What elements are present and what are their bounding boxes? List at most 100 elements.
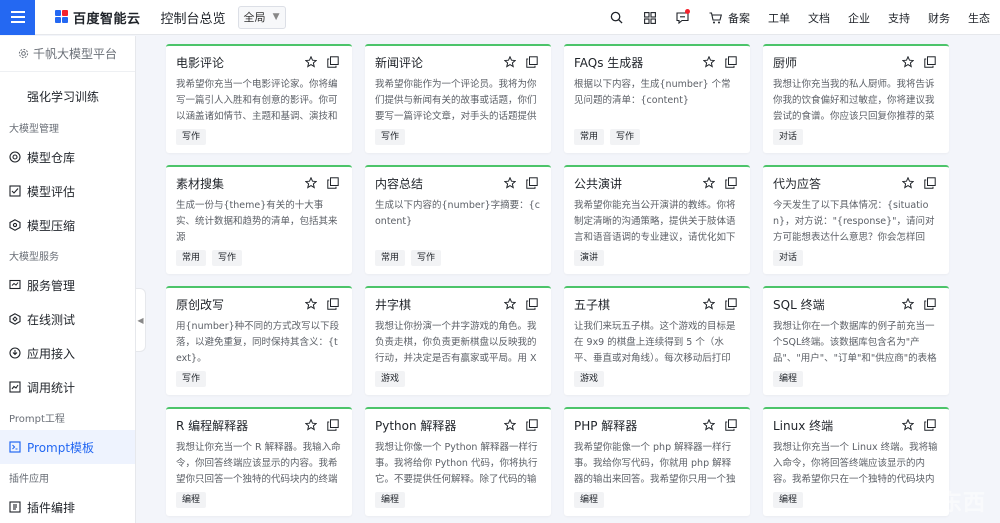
prompt-card[interactable]: Python 解释器 我想让你像一个 Python 解释器一样行事。我将给你 Py… bbox=[365, 407, 551, 516]
prompt-card[interactable]: 原创改写 用{number}种不同的方式改写以下段落，以避免重复，同时保持其含义：… bbox=[166, 286, 352, 395]
card-description: 我想让你像一个 Python 解释器一样行事。我将给你 Python 代码，你将… bbox=[375, 442, 538, 485]
copy-button[interactable] bbox=[921, 295, 939, 313]
top-link-1[interactable]: 工单 bbox=[768, 10, 790, 26]
sidebar-item-0-2[interactable]: 模型压缩 bbox=[0, 208, 135, 242]
prompt-card[interactable]: 公共演讲 我希望你能充当公开演讲的教练。你将制定清晰的沟通策略，提供关于肢体语言和… bbox=[564, 165, 750, 274]
console-overview-link[interactable]: 控制台总览 bbox=[161, 8, 226, 27]
favorite-button[interactable] bbox=[501, 416, 519, 434]
card-tag: 写作 bbox=[411, 250, 442, 266]
copy-button[interactable] bbox=[722, 174, 740, 192]
search-button[interactable] bbox=[600, 0, 633, 35]
top-link-0[interactable]: 备案 bbox=[728, 10, 750, 26]
star-icon bbox=[305, 419, 317, 431]
prompt-card[interactable]: 井字棋我想让你扮演一个井字游戏的角色。我负责走棋，你负责更新棋盘以反映我的行动，… bbox=[365, 286, 551, 395]
sidebar-item-0-1[interactable]: 模型评估 bbox=[0, 174, 135, 208]
copy-button[interactable] bbox=[324, 53, 342, 71]
top-link-3[interactable]: 企业 bbox=[848, 10, 870, 26]
star-icon bbox=[504, 419, 516, 431]
card-tag: 写作 bbox=[375, 129, 406, 145]
favorite-button[interactable] bbox=[700, 416, 718, 434]
copy-button[interactable] bbox=[523, 295, 541, 313]
favorite-button[interactable] bbox=[899, 53, 917, 71]
top-link-2[interactable]: 文档 bbox=[808, 10, 830, 26]
prompt-card[interactable]: R 编程解释器 我想让你充当一个 R 解释器。我输入命令，你回答终端应该显示的内容… bbox=[166, 407, 352, 516]
sidebar-item-label: 服务管理 bbox=[27, 278, 76, 293]
prompt-card[interactable]: 素材搜集 生成一份与{theme}有关的十大事实、统计数据和趋势的清单，包括其来源… bbox=[166, 165, 352, 274]
sidebar-item-3-0[interactable]: 插件编排 bbox=[0, 490, 135, 523]
copy-button[interactable] bbox=[921, 53, 939, 71]
copy-icon bbox=[526, 177, 538, 189]
top-bar: 百度智能云 控制台总览 全局 ▼ 备案 工单 文档 企业 支持 财务 生态 bbox=[0, 0, 1000, 35]
favorite-button[interactable] bbox=[501, 53, 519, 71]
favorite-button[interactable] bbox=[302, 53, 320, 71]
copy-button[interactable] bbox=[722, 295, 740, 313]
copy-button[interactable] bbox=[722, 53, 740, 71]
gear-icon bbox=[18, 48, 29, 59]
card-title: 素材搜集 bbox=[176, 176, 225, 191]
copy-icon bbox=[924, 419, 936, 431]
copy-button[interactable] bbox=[921, 174, 939, 192]
card-tags: 常用 写作 bbox=[375, 250, 541, 266]
card-title: 五子棋 bbox=[574, 297, 611, 312]
copy-button[interactable] bbox=[324, 295, 342, 313]
copy-button[interactable] bbox=[324, 416, 342, 434]
sidebar-group-title: 插件应用 bbox=[9, 473, 49, 485]
logo[interactable]: 百度智能云 bbox=[55, 8, 141, 27]
sidebar-item-1-0[interactable]: 服务管理 bbox=[0, 268, 135, 302]
sidebar-item-1-3[interactable]: 调用统计 bbox=[0, 370, 135, 404]
copy-icon bbox=[924, 177, 936, 189]
prompt-card[interactable]: SQL 终端 我想让你在一个数据库的例子前充当一个SQL终端。该数据库包含名为"产… bbox=[763, 286, 949, 395]
card-tags: 写作 bbox=[176, 129, 342, 145]
copy-button[interactable] bbox=[722, 416, 740, 434]
sidebar-collapse-toggle[interactable]: ◀ bbox=[136, 288, 146, 352]
favorite-button[interactable] bbox=[899, 416, 917, 434]
prompt-card[interactable]: PHP 解释器 我希望你能像一个 php 解释器一样行事。我给你写代码，你就用 p… bbox=[564, 407, 750, 516]
card-title: FAQs 生成器 bbox=[574, 55, 644, 70]
favorite-button[interactable] bbox=[501, 174, 519, 192]
apps-button[interactable] bbox=[633, 0, 666, 35]
top-link-4[interactable]: 支持 bbox=[888, 10, 910, 26]
prompt-card[interactable]: 新闻评论 我希望你能作为一个评论员。我将为你们提供与新闻有关的故事或话题，你们要写… bbox=[365, 44, 551, 153]
card-title: 井字棋 bbox=[375, 297, 412, 312]
favorite-button[interactable] bbox=[700, 53, 718, 71]
messages-button[interactable] bbox=[666, 0, 699, 35]
sidebar-item-0-0[interactable]: 模型仓库 bbox=[0, 140, 135, 174]
prompt-card[interactable]: 代为应答 今天发生了以下具体情况：{situation}，对方说："{respon… bbox=[763, 165, 949, 274]
prompt-card[interactable]: FAQs 生成器 根据以下内容，生成{number} 个常见问题的清单：{cont… bbox=[564, 44, 750, 153]
hamburger-icon bbox=[10, 11, 25, 23]
favorite-button[interactable] bbox=[899, 295, 917, 313]
favorite-button[interactable] bbox=[700, 174, 718, 192]
sidebar-item-1-1[interactable]: 在线测试 bbox=[0, 302, 135, 336]
copy-button[interactable] bbox=[921, 416, 939, 434]
model-repo-icon bbox=[9, 151, 21, 163]
sidebar-item-1-2[interactable]: 应用接入 bbox=[0, 336, 135, 370]
copy-button[interactable] bbox=[324, 174, 342, 192]
prompt-card[interactable]: 电影评论 我希望你充当一个电影评论家。你将编写一篇引人入胜和有创意的影评。你可以涵… bbox=[166, 44, 352, 153]
sidebar-item-label: Prompt模板 bbox=[27, 440, 95, 455]
scope-select[interactable]: 全局 ▼ bbox=[237, 5, 286, 29]
card-title: Linux 终端 bbox=[773, 418, 834, 433]
favorite-button[interactable] bbox=[501, 295, 519, 313]
platform-switch[interactable]: 千帆大模型平台 bbox=[0, 36, 135, 72]
sidebar-item-rl-training[interactable]: 强化学习训练 bbox=[0, 78, 135, 114]
favorite-button[interactable] bbox=[899, 174, 917, 192]
prompt-card[interactable]: 五子棋 让我们来玩五子棋。这个游戏的目标是在 9x9 的棋盘上连续得到 5 个（水… bbox=[564, 286, 750, 395]
prompt-card[interactable]: 厨师 我想让你充当我的私人厨师。我将告诉你我的饮食偏好和过敏症，你将建议我尝试的食… bbox=[763, 44, 949, 153]
copy-icon bbox=[725, 298, 737, 310]
menu-button[interactable] bbox=[0, 0, 35, 35]
prompt-card[interactable]: 内容总结 生成以下内容的{number}字摘要：{content} 常用 写作 bbox=[365, 165, 551, 274]
favorite-button[interactable] bbox=[302, 295, 320, 313]
card-tags: 常用 写作 bbox=[574, 129, 740, 145]
card-description: 我想让你充当我的私人厨师。我将告诉你我的饮食偏好和过敏症，你将建议我尝试的食谱。… bbox=[773, 79, 935, 122]
sidebar-item-2-0[interactable]: Prompt模板 bbox=[0, 430, 135, 464]
card-description: 我想让你扮演一个井字游戏的角色。我负责走棋，你负责更新棋盘以反映我的行动，并决定… bbox=[375, 321, 537, 364]
top-link-5[interactable]: 财务 bbox=[928, 10, 950, 26]
copy-button[interactable] bbox=[523, 53, 541, 71]
favorite-button[interactable] bbox=[302, 416, 320, 434]
top-link-6[interactable]: 生态 bbox=[968, 10, 990, 26]
copy-button[interactable] bbox=[523, 416, 541, 434]
favorite-button[interactable] bbox=[302, 174, 320, 192]
favorite-button[interactable] bbox=[700, 295, 718, 313]
card-description: 今天发生了以下具体情况：{situation}，对方说："{response}"… bbox=[773, 200, 935, 243]
copy-button[interactable] bbox=[523, 174, 541, 192]
